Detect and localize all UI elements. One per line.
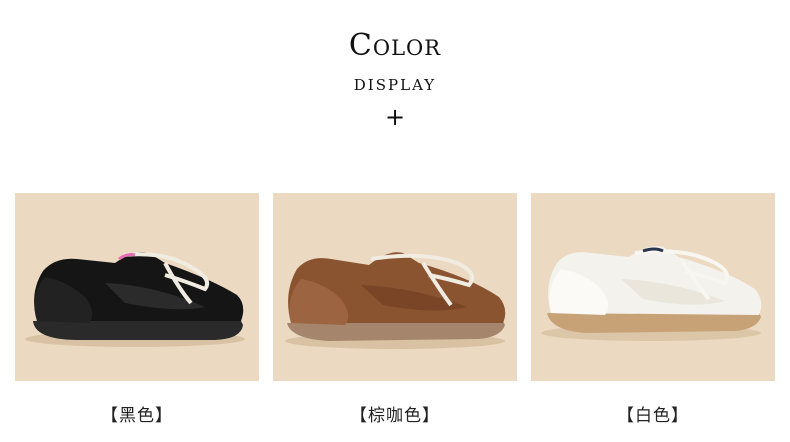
black-sneaker-illustration bbox=[15, 193, 259, 381]
page-subtitle: display bbox=[353, 71, 437, 96]
plus-icon: + bbox=[384, 103, 406, 131]
white-sneaker-illustration bbox=[531, 193, 775, 381]
page-title: Color bbox=[348, 28, 442, 63]
product-label-black: 【黑色】 bbox=[101, 406, 173, 426]
brown-sneaker-illustration bbox=[273, 193, 517, 381]
product-image-black[interactable] bbox=[15, 193, 259, 381]
product-image-white[interactable] bbox=[531, 193, 775, 381]
product-label-brown: 【棕咖色】 bbox=[350, 406, 440, 426]
product-image-brown[interactable] bbox=[273, 193, 517, 381]
product-label-white: 【白色】 bbox=[617, 406, 689, 426]
header: Color display + bbox=[0, 26, 790, 132]
